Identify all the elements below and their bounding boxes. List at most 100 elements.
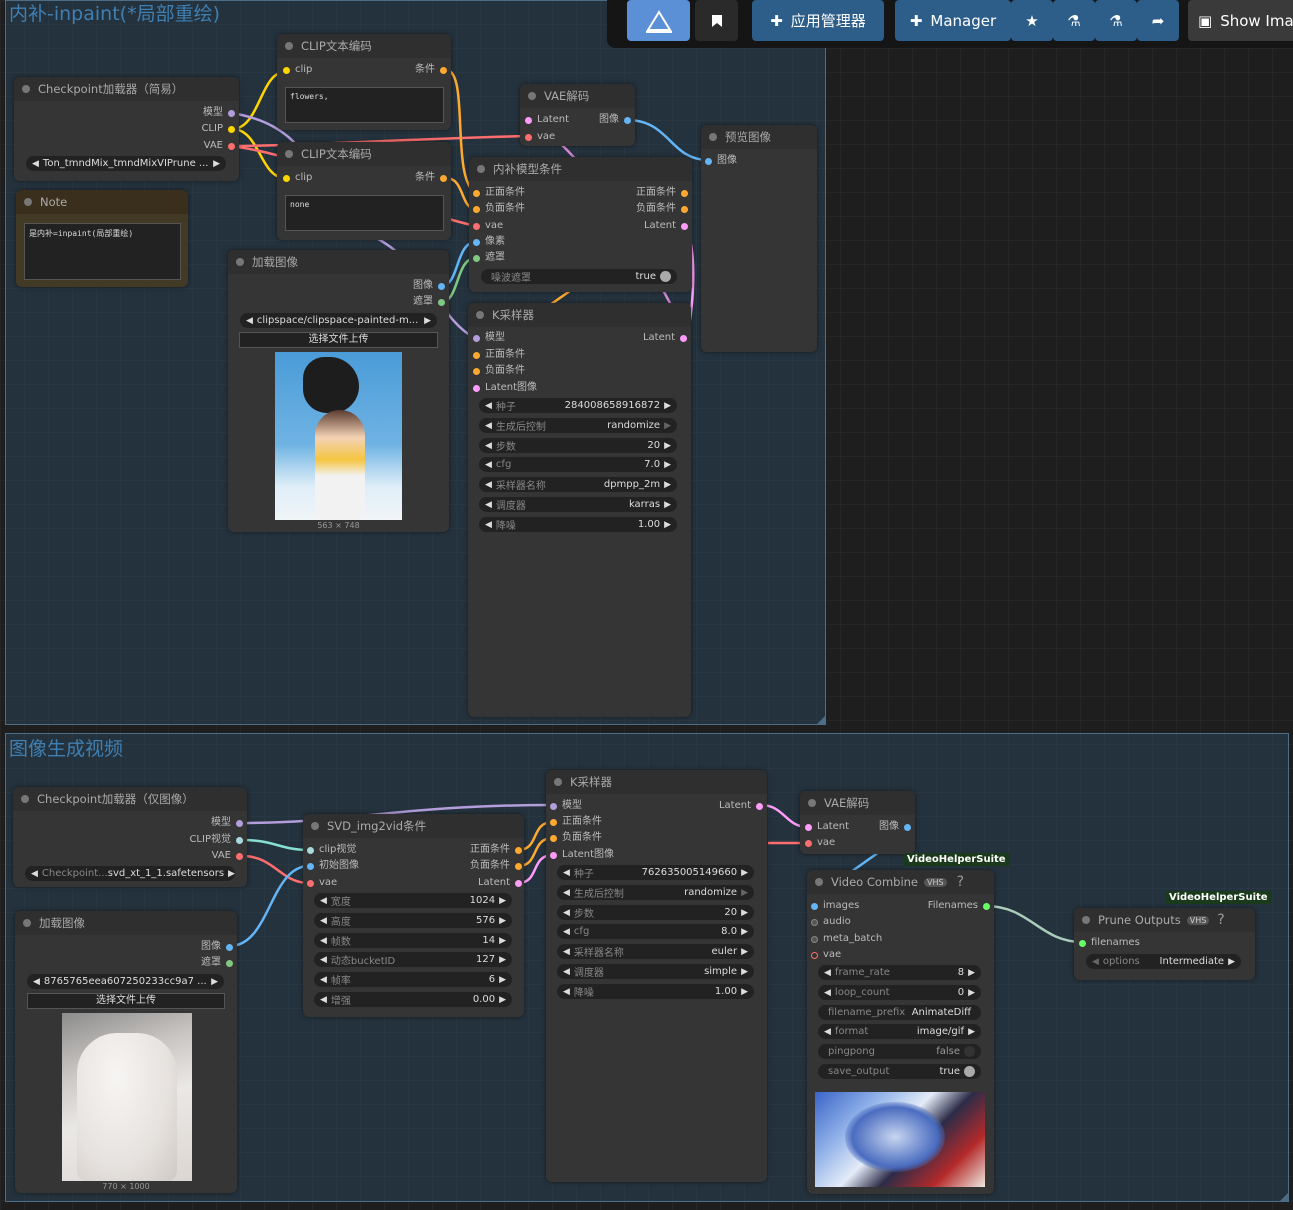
save-output-toggle[interactable]: save_output true <box>818 1064 981 1079</box>
slot-dot-icon[interactable] <box>681 223 688 230</box>
slot-dot-icon[interactable] <box>440 175 447 182</box>
denoise-widget[interactable]: ◀ 降噪 1.00 ▶ <box>557 984 754 999</box>
collapse-dot-icon[interactable] <box>808 799 816 807</box>
star-button[interactable]: ★ <box>1011 0 1053 41</box>
node-header[interactable]: Note <box>16 190 188 214</box>
node-header[interactable]: K采样器 <box>468 303 691 327</box>
motion-bucket-widget[interactable]: ◀ 动态bucketID 127 ▶ <box>314 952 512 967</box>
node-header[interactable]: 加载图像 <box>15 911 237 935</box>
arrow-left-icon[interactable]: ◀ <box>563 987 570 997</box>
output-negative[interactable]: 负面条件 <box>470 859 522 873</box>
slot-dot-icon[interactable] <box>515 863 522 870</box>
augmentation-widget[interactable]: ◀ 增强 0.00 ▶ <box>314 992 512 1007</box>
arrow-right-icon[interactable]: ▶ <box>499 995 506 1005</box>
arrow-left-icon[interactable]: ◀ <box>1092 957 1099 967</box>
node-header[interactable]: CLIP文本编码 <box>277 34 451 58</box>
help-icon[interactable]: ? <box>1217 912 1224 928</box>
node-vae-decode[interactable]: VAE解码 Latent vae 图像 <box>800 791 915 854</box>
image-file-combo[interactable]: ◀ clipspace/clipspace-painted-m... ▶ <box>240 313 437 328</box>
slot-dot-icon[interactable] <box>1079 940 1086 947</box>
collapse-dot-icon[interactable] <box>23 919 31 927</box>
slot-dot-icon[interactable] <box>756 803 763 810</box>
collapse-dot-icon[interactable] <box>22 85 30 93</box>
arrow-left-icon[interactable]: ◀ <box>824 968 831 978</box>
output-latent[interactable]: Latent <box>719 799 763 813</box>
output-positive[interactable]: 正面条件 <box>470 843 522 857</box>
slot-dot-icon[interactable] <box>236 820 243 827</box>
control-after-generate-widget[interactable]: ◀ 生成后控制 randomize ▶ <box>479 418 677 433</box>
node-header[interactable]: VAE解码 <box>520 84 635 108</box>
node-checkpoint-loader[interactable]: Checkpoint加载器（简易） 模型 CLIP VAE ◀ Ton_tmndM… <box>14 77 239 181</box>
input-latent[interactable]: Latent <box>525 113 569 127</box>
arrow-right-icon[interactable]: ▶ <box>664 500 671 510</box>
input-meta-batch[interactable]: meta_batch <box>811 932 882 946</box>
arrow-left-icon[interactable]: ◀ <box>485 480 492 490</box>
arrow-right-icon[interactable]: ▶ <box>499 896 506 906</box>
node-header[interactable]: 内补模型条件 <box>469 157 692 181</box>
collapse-dot-icon[interactable] <box>285 42 293 50</box>
input-pixels[interactable]: 像素 <box>473 235 505 249</box>
input-vae[interactable]: vae <box>805 836 835 850</box>
slot-dot-icon[interactable] <box>515 880 522 887</box>
share-button-2[interactable]: ⚗ <box>1095 0 1137 41</box>
slot-dot-icon[interactable] <box>811 952 818 959</box>
arrow-right-icon[interactable]: ▶ <box>499 936 506 946</box>
options-combo[interactable]: ◀ options Intermediate ▶ <box>1086 954 1241 969</box>
input-vae[interactable]: vae <box>525 130 555 144</box>
group-resize-handle[interactable] <box>817 716 825 724</box>
input-vae[interactable]: vae <box>473 219 503 233</box>
bookmark-button[interactable] <box>695 0 738 41</box>
slot-dot-icon[interactable] <box>473 239 480 246</box>
height-widget[interactable]: ◀ 高度 576 ▶ <box>314 913 512 928</box>
help-icon[interactable]: ? <box>957 874 964 890</box>
input-images[interactable]: images <box>811 899 859 913</box>
collapse-dot-icon[interactable] <box>554 778 562 786</box>
scheduler-widget[interactable]: ◀ 调度器 karras ▶ <box>479 497 677 512</box>
slot-dot-icon[interactable] <box>307 880 314 887</box>
collapse-dot-icon[interactable] <box>285 150 293 158</box>
seed-widget[interactable]: ◀ 种子 762635005149660 ▶ <box>557 865 754 880</box>
input-model[interactable]: 模型 <box>473 331 505 345</box>
node-prune-outputs[interactable]: Prune Outputs VHS ? filenames ◀ options In… <box>1074 908 1255 980</box>
input-positive[interactable]: 正面条件 <box>473 186 525 200</box>
arrow-right-icon[interactable]: ▶ <box>664 460 671 470</box>
output-clip[interactable]: CLIP <box>201 122 235 136</box>
slot-dot-icon[interactable] <box>440 67 447 74</box>
collapse-dot-icon[interactable] <box>528 92 536 100</box>
arrow-left-icon[interactable]: ◀ <box>320 916 327 926</box>
upload-button[interactable]: 选择文件上传 <box>239 332 438 348</box>
slot-dot-icon[interactable] <box>473 190 480 197</box>
output-image[interactable]: 图像 <box>879 820 911 834</box>
arrow-left-icon[interactable]: ◀ <box>824 1027 831 1037</box>
input-negative[interactable]: 负面条件 <box>473 202 525 216</box>
slot-dot-icon[interactable] <box>550 803 557 810</box>
image-file-combo[interactable]: ◀ 8765765eea607250233cc9a7 ... ▶ <box>27 974 224 989</box>
slot-dot-icon[interactable] <box>473 223 480 230</box>
collapse-dot-icon[interactable] <box>1082 916 1090 924</box>
arrow-right-icon[interactable]: ▶ <box>228 869 235 879</box>
output-positive[interactable]: 正面条件 <box>636 186 688 200</box>
format-widget[interactable]: ◀ format image/gif ▶ <box>818 1024 981 1039</box>
input-positive[interactable]: 正面条件 <box>550 815 602 829</box>
collapse-dot-icon[interactable] <box>311 822 319 830</box>
node-preview-image[interactable]: 预览图像 图像 <box>701 125 817 352</box>
collapse-dot-icon[interactable] <box>21 795 29 803</box>
slot-dot-icon[interactable] <box>283 175 290 182</box>
loop-count-widget[interactable]: ◀ loop_count 0 ▶ <box>818 985 981 1000</box>
output-vae[interactable]: VAE <box>204 139 235 153</box>
input-latent[interactable]: Latent图像 <box>473 381 537 395</box>
arrow-right-icon[interactable]: ▶ <box>499 916 506 926</box>
arrow-right-icon[interactable]: ▶ <box>664 421 671 431</box>
width-widget[interactable]: ◀ 宽度 1024 ▶ <box>314 893 512 908</box>
output-latent[interactable]: Latent <box>644 219 688 233</box>
collapse-dot-icon[interactable] <box>815 878 823 886</box>
node-note[interactable]: Note 是内补=inpaint(局部重绘) <box>16 190 188 287</box>
output-image[interactable]: 图像 <box>599 113 631 127</box>
prompt-textarea[interactable]: none <box>285 195 444 231</box>
arrow-right-icon[interactable]: ▶ <box>499 955 506 965</box>
slot-dot-icon[interactable] <box>550 819 557 826</box>
group-title[interactable]: 图像生成视频 <box>9 734 123 761</box>
input-mask[interactable]: 遮罩 <box>473 251 505 265</box>
arrow-left-icon[interactable]: ◀ <box>32 159 39 169</box>
input-image[interactable]: 图像 <box>705 154 737 168</box>
